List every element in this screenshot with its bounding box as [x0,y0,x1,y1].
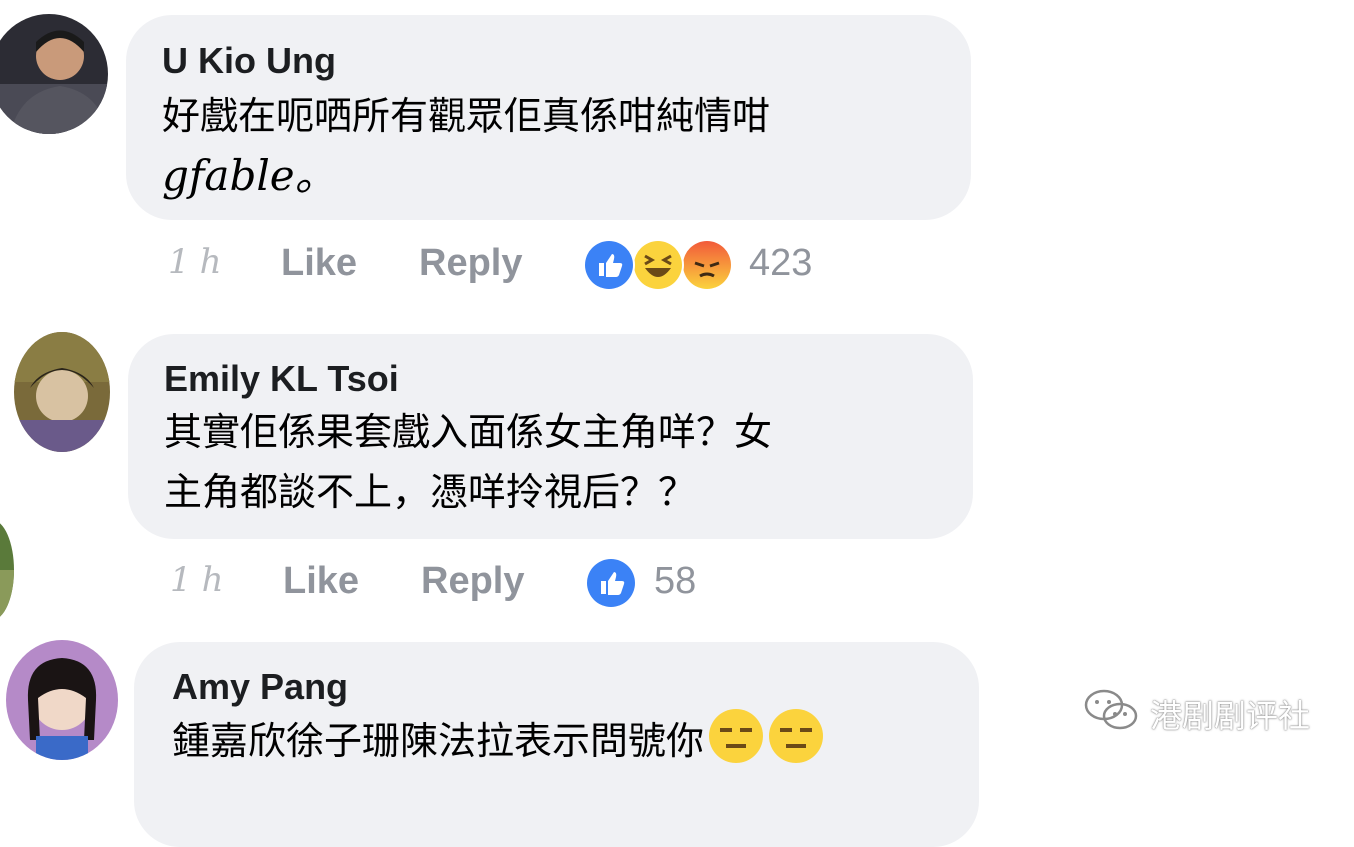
comment-text-line: 好戲在呃哂所有觀眾佢真係咁純情咁 [162,94,771,138]
expressionless-face-icon [768,708,824,764]
reaction-count[interactable]: 423 [749,242,812,285]
angry-icon [681,239,733,291]
haha-icon [632,239,684,291]
comment-timestamp[interactable]: 1h [170,560,234,600]
like-button[interactable]: Like [283,560,359,603]
comment-text-line: 主角都談不上，憑咩拎視后？？ [164,470,697,514]
wechat-icon [1084,688,1140,740]
comment-text-line: 鍾嘉欣徐子珊陳法拉表示問號你 [172,719,705,763]
like-icon[interactable] [585,557,637,609]
comment-author[interactable]: Emily KL Tsoi [164,358,399,400]
like-button[interactable]: Like [281,242,357,285]
like-icon [583,239,635,291]
comment-text: 其實佢係果套戲入面係女主角咩？女 主角都談不上，憑咩拎視后？？ [164,402,772,522]
expressionless-face-icon [708,708,764,764]
comment-author[interactable]: U Kio Ung [162,40,336,82]
watermark: 港剧剧评社 [1084,688,1310,740]
avatar[interactable] [0,14,108,134]
comment-text-line: gfable。 [162,151,337,200]
comment-author[interactable]: Amy Pang [172,666,348,708]
comment-text: 鍾嘉欣徐子珊陳法拉表示問號你 [172,708,824,771]
reply-button[interactable]: Reply [421,560,524,603]
reaction-count[interactable]: 58 [654,560,696,603]
avatar[interactable] [6,640,118,760]
comment-text-line: 其實佢係果套戲入面係女主角咩？女 [164,410,773,454]
avatar[interactable] [14,332,110,452]
reply-button[interactable]: Reply [419,242,522,285]
comment-text: 好戲在呃哂所有觀眾佢真係咁純情咁 gfable。 [162,86,770,206]
watermark-text: 港剧剧评社 [1150,698,1311,734]
comment-timestamp[interactable]: 1h [168,242,232,282]
avatar[interactable] [0,520,14,620]
